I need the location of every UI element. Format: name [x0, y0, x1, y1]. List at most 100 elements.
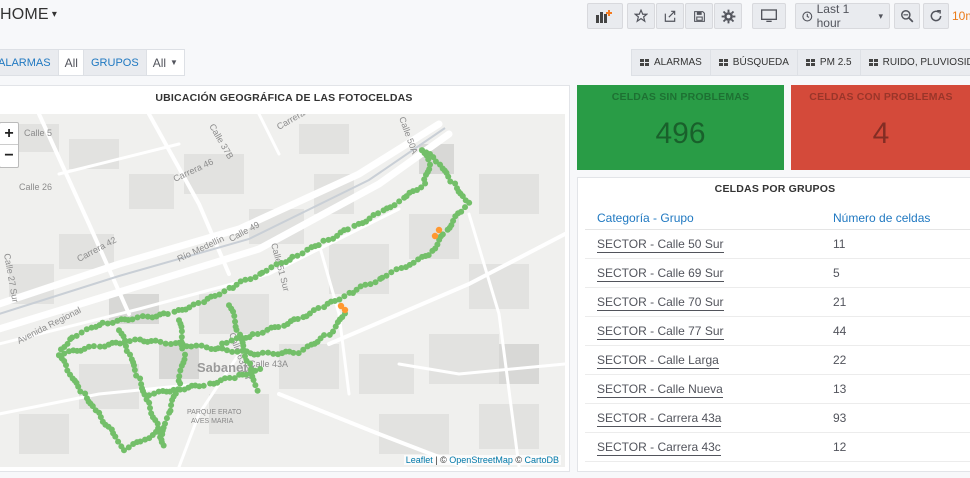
panel-title[interactable]: CELDAS CON PROBLEMAS	[791, 91, 970, 103]
photocell-marker[interactable]	[78, 329, 85, 336]
photocell-marker[interactable]	[56, 352, 62, 359]
group-link[interactable]: SECTOR - Calle Nueva	[597, 382, 723, 398]
settings-button[interactable]	[714, 3, 742, 29]
photocell-marker[interactable]	[247, 276, 254, 283]
photocell-marker[interactable]	[462, 204, 469, 211]
photocell-marker[interactable]	[163, 415, 170, 422]
photocell-marker[interactable]	[388, 269, 395, 276]
photocell-marker[interactable]	[268, 264, 275, 271]
photocell-marker[interactable]	[139, 313, 146, 320]
photocell-marker[interactable]	[63, 362, 70, 369]
photocell-marker[interactable]	[198, 342, 205, 349]
cell-group[interactable]: SECTOR - Carrera 43a	[585, 411, 821, 427]
photocell-marker[interactable]	[226, 284, 233, 291]
photocell-marker[interactable]	[254, 387, 261, 394]
photocell-marker[interactable]	[221, 288, 228, 295]
photocell-marker[interactable]	[252, 382, 259, 389]
photocell-marker[interactable]	[401, 194, 408, 201]
photocell-marker[interactable]	[178, 328, 185, 335]
cartodb-link[interactable]: CartoDB	[524, 455, 559, 465]
cell-group[interactable]: SECTOR - Carrera 43c	[585, 440, 821, 456]
photocell-marker[interactable]	[177, 367, 184, 374]
osm-link[interactable]: OpenStreetMap	[449, 455, 513, 465]
photocell-marker[interactable]	[321, 304, 328, 311]
photocell-marker[interactable]	[231, 312, 238, 319]
link-ruido[interactable]: RUIDO, PLUVIOSIDAD Y N	[860, 49, 970, 76]
photocell-marker[interactable]	[229, 348, 236, 355]
photocell-marker[interactable]	[131, 367, 138, 374]
group-link[interactable]: SECTOR - Calle 70 Sur	[597, 295, 724, 311]
photocell-marker[interactable]	[169, 396, 176, 403]
link-alarmas[interactable]: ALARMAS	[631, 49, 711, 76]
group-link[interactable]: SECTOR - Calle Larga	[597, 353, 719, 369]
photocell-marker[interactable]	[265, 349, 272, 356]
link-pm25[interactable]: PM 2.5	[797, 49, 861, 76]
photocell-marker[interactable]	[200, 382, 207, 389]
star-button[interactable]	[627, 3, 655, 29]
photocell-marker[interactable]	[156, 427, 163, 434]
column-header-count[interactable]: Número de celdas	[821, 211, 930, 225]
photocell-marker[interactable]	[193, 342, 200, 349]
cell-group[interactable]: SECTOR - Calle Nueva	[585, 382, 821, 398]
photocell-marker[interactable]	[171, 308, 178, 315]
photocell-marker[interactable]	[223, 347, 230, 354]
photocell-marker[interactable]	[170, 386, 177, 393]
photocell-marker[interactable]	[179, 345, 186, 352]
zoom-in-button[interactable]: +	[0, 123, 18, 145]
dashboard-title[interactable]: HOME ▾	[0, 6, 57, 24]
photocell-marker[interactable]	[259, 349, 266, 356]
photocell-marker-problem[interactable]	[341, 306, 349, 314]
column-header-group[interactable]: Categoría - Grupo	[585, 211, 821, 225]
group-link[interactable]: SECTOR - Calle 50 Sur	[597, 237, 724, 253]
photocell-marker[interactable]	[146, 399, 153, 406]
photocell-marker[interactable]	[90, 343, 97, 350]
photocell-marker[interactable]	[147, 404, 154, 411]
photocell-marker[interactable]	[162, 340, 169, 347]
link-busqueda[interactable]: BÚSQUEDA	[710, 49, 798, 76]
photocell-marker[interactable]	[341, 293, 348, 300]
group-link[interactable]: SECTOR - Carrera 43c	[597, 440, 721, 456]
photocell-marker[interactable]	[304, 246, 311, 253]
photocell-marker[interactable]	[188, 343, 195, 350]
photocell-marker[interactable]	[393, 266, 400, 273]
photocell-marker[interactable]	[158, 436, 165, 443]
photocell-marker[interactable]	[104, 320, 111, 327]
group-link[interactable]: SECTOR - Calle 77 Sur	[597, 324, 724, 340]
cell-group[interactable]: SECTOR - Calle 50 Sur	[585, 237, 821, 253]
photocell-marker[interactable]	[273, 261, 280, 268]
photocell-marker[interactable]	[168, 402, 175, 409]
photocell-marker[interactable]	[396, 198, 403, 205]
photocell-marker[interactable]	[157, 338, 164, 345]
photocell-marker[interactable]	[122, 337, 129, 344]
photocell-marker[interactable]	[299, 250, 306, 257]
group-link[interactable]: SECTOR - Calle 69 Sur	[597, 266, 724, 282]
photocell-marker[interactable]	[134, 314, 141, 321]
photocell-marker[interactable]	[380, 207, 387, 214]
photocell-marker-problem[interactable]	[435, 226, 443, 234]
panel-title[interactable]: CELDAS POR GRUPOS	[578, 183, 970, 195]
group-link[interactable]: SECTOR - Carrera 43a	[597, 411, 722, 427]
zoom-out-time-button[interactable]	[894, 3, 920, 29]
photocell-marker[interactable]	[325, 236, 332, 243]
photocell-marker[interactable]	[444, 226, 451, 233]
cell-group[interactable]: SECTOR - Calle Larga	[585, 353, 821, 369]
add-panel-button[interactable]	[587, 3, 623, 29]
photocell-marker[interactable]	[247, 360, 254, 367]
photocell-marker[interactable]	[425, 156, 432, 163]
photocell-marker[interactable]	[300, 314, 307, 321]
photocell-marker[interactable]	[346, 289, 353, 296]
leaflet-link[interactable]: Leaflet	[406, 455, 433, 465]
zoom-out-button[interactable]: −	[0, 145, 18, 167]
photocell-marker[interactable]	[320, 237, 327, 244]
cell-group[interactable]: SECTOR - Calle 69 Sur	[585, 266, 821, 282]
photocell-marker[interactable]	[177, 380, 184, 387]
photocell-marker[interactable]	[294, 252, 301, 259]
photocell-marker[interactable]	[233, 326, 240, 333]
time-range-picker[interactable]: Last 1 hour ▾	[795, 2, 890, 30]
cell-group[interactable]: SECTOR - Calle 70 Sur	[585, 295, 821, 311]
photocell-marker[interactable]	[259, 329, 266, 336]
variable-grupos-select[interactable]: All ▼	[145, 49, 185, 76]
photocell-marker[interactable]	[290, 349, 297, 356]
cycle-view-button[interactable]	[752, 3, 786, 29]
photocell-marker[interactable]	[201, 299, 208, 306]
